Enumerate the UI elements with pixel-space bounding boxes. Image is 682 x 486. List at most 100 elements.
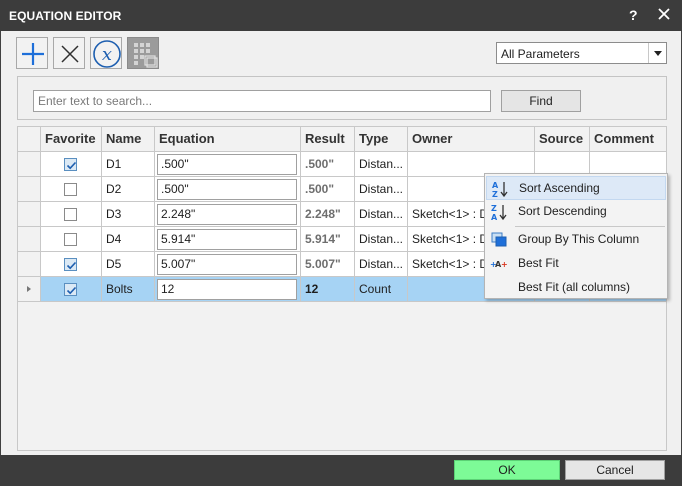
menu-item-label: Sort Ascending (519, 181, 600, 195)
cell-equation[interactable]: 12 (155, 277, 301, 302)
chevron-down-icon (654, 51, 662, 56)
cell-name: D2 (102, 177, 155, 202)
column-header-favorite[interactable]: Favorite (41, 127, 102, 152)
column-header-type[interactable]: Type (355, 127, 408, 152)
cell-favorite[interactable] (41, 152, 102, 177)
cell-name: D5 (102, 252, 155, 277)
cell-type: Distan... (355, 202, 408, 227)
favorite-checkbox[interactable] (64, 258, 77, 271)
cell-result: 5.007" (301, 252, 355, 277)
add-parameter-button[interactable] (16, 37, 48, 69)
svg-text:Z: Z (492, 190, 498, 198)
row-selector[interactable] (18, 202, 41, 227)
favorite-checkbox[interactable] (64, 233, 77, 246)
parameter-filter-dropdown[interactable]: All Parameters (496, 42, 667, 64)
group-icon (491, 232, 507, 247)
row-pointer-icon (27, 286, 31, 292)
delete-parameter-button[interactable] (53, 37, 85, 69)
column-header-equation[interactable]: Equation (155, 127, 301, 152)
check-icon (66, 161, 77, 170)
grid-options-button[interactable] (127, 37, 159, 69)
find-button[interactable]: Find (501, 90, 581, 112)
dialog-body: x All Parameters Enter text to search...… (1, 31, 681, 455)
cell-name: Bolts (102, 277, 155, 302)
row-selector[interactable] (18, 277, 41, 302)
title-bar: EQUATION EDITOR ? (0, 0, 682, 31)
cell-favorite[interactable] (41, 277, 102, 302)
svg-text:Z: Z (491, 204, 497, 213)
favorite-checkbox[interactable] (64, 183, 77, 196)
svg-text:+: + (501, 260, 508, 269)
menu-separator (515, 226, 665, 227)
svg-text:A: A (491, 213, 498, 221)
equation-input[interactable]: .500" (157, 179, 297, 200)
equation-input[interactable]: 5.914" (157, 229, 297, 250)
cell-type: Distan... (355, 152, 408, 177)
equation-editor-window: EQUATION EDITOR ? x All Parameters Enter… (0, 0, 682, 486)
cell-equation[interactable]: 2.248" (155, 202, 301, 227)
cell-equation[interactable]: 5.914" (155, 227, 301, 252)
row-selector[interactable] (18, 227, 41, 252)
equation-input[interactable]: 12 (157, 279, 297, 300)
grid-icon (134, 43, 158, 68)
cell-favorite[interactable] (41, 227, 102, 252)
menu-item-label: Sort Descending (518, 204, 607, 218)
search-input[interactable]: Enter text to search... (33, 90, 491, 112)
column-header-source[interactable]: Source (535, 127, 590, 152)
cell-equation[interactable]: 5.007" (155, 252, 301, 277)
cancel-button[interactable]: Cancel (565, 460, 665, 480)
column-header-name[interactable]: Name (102, 127, 155, 152)
cell-favorite[interactable] (41, 202, 102, 227)
favorite-checkbox[interactable] (64, 208, 77, 221)
row-selector[interactable] (18, 152, 41, 177)
dialog-footer: OK Cancel (0, 455, 682, 486)
equation-input[interactable]: 5.007" (157, 254, 297, 275)
check-icon (66, 286, 77, 295)
favorite-checkbox[interactable] (64, 158, 77, 171)
cell-name: D3 (102, 202, 155, 227)
menu-item-label: Best Fit (all columns) (518, 280, 631, 294)
function-button[interactable]: x (90, 37, 122, 69)
window-title: EQUATION EDITOR (9, 9, 122, 23)
best-fit-icon: + A + (490, 260, 508, 269)
column-header-result[interactable]: Result (301, 127, 355, 152)
row-selector[interactable] (18, 252, 41, 277)
sort-ascending-icon: A Z (492, 181, 508, 198)
close-icon[interactable] (656, 6, 672, 22)
grid-header: Favorite Name Equation Result Type Owner… (18, 127, 666, 152)
column-header-comment[interactable]: Comment (590, 127, 666, 152)
equation-input[interactable]: 2.248" (157, 204, 297, 225)
x-icon (61, 45, 79, 63)
ok-button[interactable]: OK (454, 460, 560, 480)
cell-result: 12 (301, 277, 355, 302)
cell-type: Count (355, 277, 408, 302)
cell-favorite[interactable] (41, 252, 102, 277)
cell-type: Distan... (355, 177, 408, 202)
search-panel: Enter text to search... Find (17, 76, 667, 120)
dropdown-arrow[interactable] (648, 43, 666, 63)
svg-text:A: A (492, 181, 499, 190)
sort-descending-icon: Z A (491, 204, 507, 221)
menu-item-best-fit[interactable]: + A + Best Fit (486, 252, 666, 276)
menu-item-best-fit-all[interactable]: Best Fit (all columns) (486, 276, 666, 300)
menu-item-sort-ascending[interactable]: A Z Sort Ascending (486, 176, 666, 200)
header-gutter (18, 127, 41, 152)
equation-input[interactable]: .500" (157, 154, 297, 175)
menu-item-sort-descending[interactable]: Z A Sort Descending (486, 200, 666, 224)
cell-equation[interactable]: .500" (155, 152, 301, 177)
menu-item-group-by-column[interactable]: Group By This Column (486, 228, 666, 252)
cell-result: .500" (301, 152, 355, 177)
function-x-icon: x (93, 40, 121, 68)
favorite-checkbox[interactable] (64, 283, 77, 296)
help-icon[interactable]: ? (629, 7, 638, 23)
cell-favorite[interactable] (41, 177, 102, 202)
cell-type: Distan... (355, 252, 408, 277)
parameter-filter-value: All Parameters (501, 47, 580, 61)
cell-equation[interactable]: .500" (155, 177, 301, 202)
check-icon (66, 261, 77, 270)
row-selector[interactable] (18, 177, 41, 202)
column-context-menu: A Z Sort Ascending Z A Sort Descending G… (484, 173, 668, 299)
cell-name: D4 (102, 227, 155, 252)
cell-type: Distan... (355, 227, 408, 252)
column-header-owner[interactable]: Owner (408, 127, 535, 152)
